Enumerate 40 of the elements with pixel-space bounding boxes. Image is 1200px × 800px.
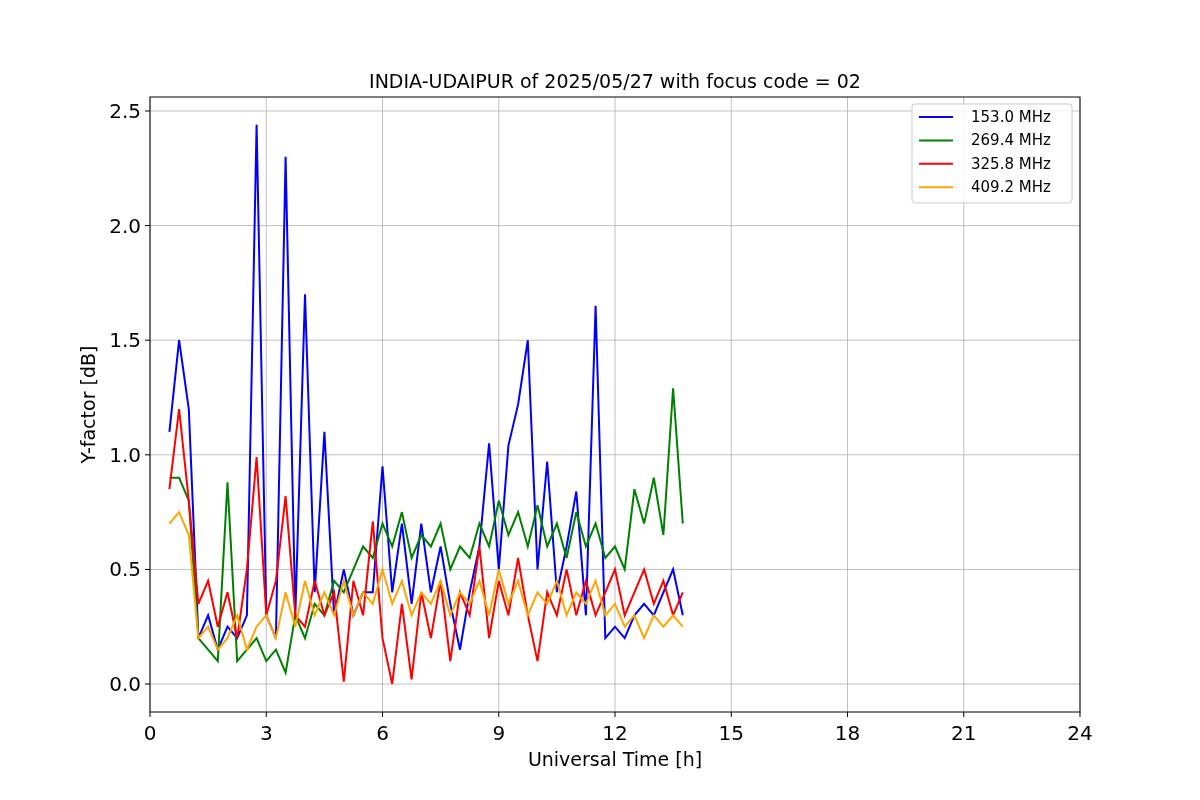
- tick-label: 0.0: [109, 672, 141, 697]
- tick-label: 3: [259, 721, 273, 745]
- tick-mark: [144, 454, 151, 456]
- tick-label: 0: [143, 721, 157, 745]
- tick-label: 2.0: [109, 213, 141, 238]
- tick-label: 12: [602, 721, 628, 745]
- axis-label: Universal Time [h]: [527, 748, 703, 770]
- tick-mark: [847, 711, 848, 718]
- tick-label: 9: [492, 721, 506, 745]
- chart-title: INDIA-UDAIPUR of 2025/05/27 with focus code = 02: [369, 70, 861, 92]
- legend-swatch: [918, 186, 954, 189]
- legend-label: 409.2 MHz: [971, 178, 1051, 197]
- tick-mark: [730, 711, 732, 718]
- axis-label: Y-factor [dB]: [77, 345, 99, 464]
- tick-label: 18: [834, 721, 861, 745]
- tick-mark: [963, 711, 965, 718]
- tick-label: 1.0: [109, 442, 141, 467]
- tick-label: 15: [718, 721, 744, 745]
- tick-mark: [144, 110, 151, 112]
- legend-label: 325.8 MHz: [971, 154, 1051, 173]
- tick-mark: [144, 225, 151, 227]
- tick-mark: [498, 711, 500, 718]
- tick-mark: [144, 568, 151, 570]
- tick-label: 1.5: [109, 328, 141, 353]
- tick-label: 6: [376, 721, 389, 745]
- legend-swatch: [918, 139, 954, 142]
- tick-label: 0.5: [109, 557, 141, 582]
- tick-mark: [144, 339, 151, 341]
- tick-label: 2.5: [109, 99, 141, 123]
- tick-mark: [149, 711, 151, 718]
- tick-mark: [382, 711, 383, 718]
- tick-mark: [265, 711, 267, 718]
- legend-label: 269.4 MHz: [971, 131, 1051, 150]
- legend-swatch: [918, 162, 954, 165]
- tick-mark: [614, 711, 616, 718]
- tick-mark: [1079, 711, 1081, 718]
- tick-mark: [144, 683, 151, 685]
- legend-label: 153.0 MHz: [971, 108, 1051, 126]
- tick-label: 24: [1067, 721, 1093, 745]
- tick-label: 21: [951, 721, 977, 745]
